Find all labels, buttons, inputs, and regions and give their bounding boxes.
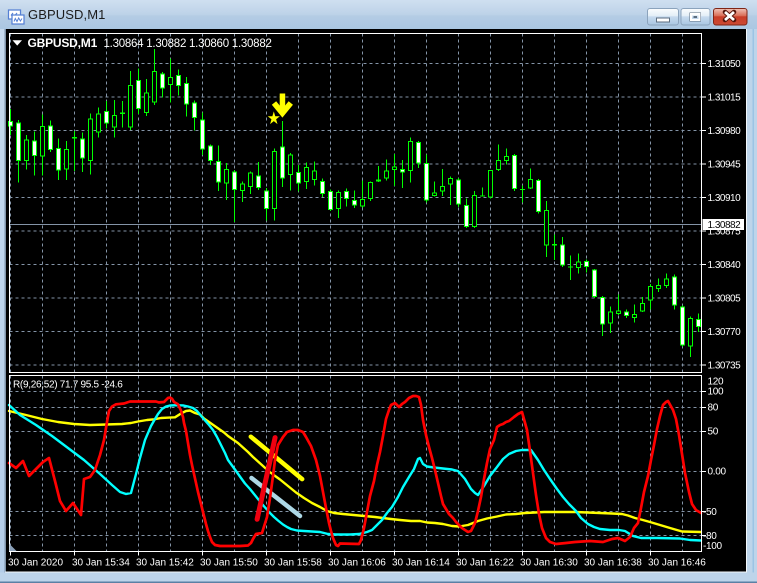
svg-text:30 Jan 15:42: 30 Jan 15:42 bbox=[136, 558, 194, 569]
svg-text:-100: -100 bbox=[703, 541, 723, 552]
svg-text:1.30735: 1.30735 bbox=[708, 361, 742, 372]
svg-text:GBPUSD,M1: GBPUSD,M1 bbox=[28, 7, 105, 22]
svg-text:30 Jan 16:14: 30 Jan 16:14 bbox=[392, 558, 450, 569]
svg-text:100: 100 bbox=[708, 387, 725, 398]
svg-text:30 Jan 15:50: 30 Jan 15:50 bbox=[200, 558, 258, 569]
svg-text:R(9,26,52) 71.7 95.5 -24.6: R(9,26,52) 71.7 95.5 -24.6 bbox=[13, 380, 123, 391]
svg-text:80: 80 bbox=[708, 403, 719, 414]
svg-text:30 Jan 16:46: 30 Jan 16:46 bbox=[648, 558, 706, 569]
svg-text:1.31050: 1.31050 bbox=[708, 59, 742, 70]
svg-text:GBPUSD,M1: GBPUSD,M1 bbox=[28, 36, 98, 50]
svg-text:-50: -50 bbox=[703, 507, 717, 518]
svg-text:1.30805: 1.30805 bbox=[708, 294, 742, 305]
svg-text:1.30864 1.30882 1.30860 1.3088: 1.30864 1.30882 1.30860 1.30882 bbox=[104, 38, 272, 50]
svg-text:1.30980: 1.30980 bbox=[708, 126, 742, 137]
svg-text:30 Jan 15:34: 30 Jan 15:34 bbox=[72, 558, 130, 569]
svg-text:30 Jan 16:06: 30 Jan 16:06 bbox=[328, 558, 386, 569]
svg-text:0.00: 0.00 bbox=[708, 467, 727, 478]
svg-text:1.30770: 1.30770 bbox=[708, 327, 742, 338]
svg-text:30 Jan 16:38: 30 Jan 16:38 bbox=[584, 558, 642, 569]
svg-text:1.30910: 1.30910 bbox=[708, 193, 742, 204]
svg-text:1.30882: 1.30882 bbox=[708, 220, 742, 231]
svg-text:1.30840: 1.30840 bbox=[708, 260, 742, 271]
svg-text:1.31015: 1.31015 bbox=[708, 93, 742, 104]
svg-text:30 Jan 16:30: 30 Jan 16:30 bbox=[520, 558, 578, 569]
svg-text:30 Jan 2020: 30 Jan 2020 bbox=[8, 558, 63, 569]
svg-text:50: 50 bbox=[708, 427, 719, 438]
svg-text:30 Jan 15:58: 30 Jan 15:58 bbox=[264, 558, 322, 569]
svg-text:30 Jan 16:22: 30 Jan 16:22 bbox=[456, 558, 514, 569]
svg-text:1.30945: 1.30945 bbox=[708, 160, 742, 171]
